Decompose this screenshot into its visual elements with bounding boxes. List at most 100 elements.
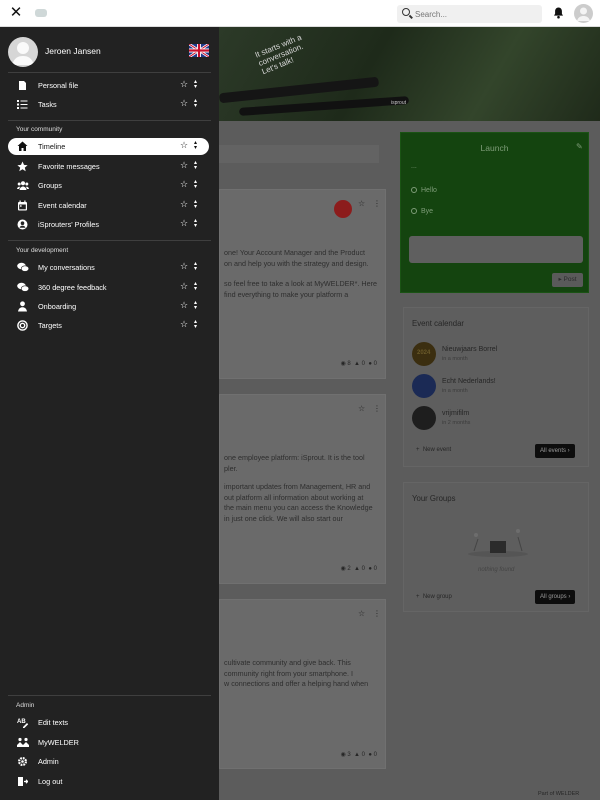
user-header[interactable]: Jeroen Jansen — [8, 36, 211, 68]
svg-text:AB: AB — [17, 719, 26, 725]
reorder-icon[interactable]: ▴ ▾ — [194, 98, 199, 109]
reorder-icon[interactable]: ▴ ▾ — [194, 179, 199, 190]
poll-option-bye[interactable]: Bye — [411, 208, 433, 215]
reorder-icon[interactable]: ▴ ▾ — [194, 319, 199, 330]
eye-icon: ◉ — [340, 566, 346, 572]
user-avatar-icon[interactable] — [574, 4, 593, 23]
close-menu-icon[interactable]: ✕ — [9, 5, 23, 20]
edit-icon[interactable]: ✎ — [576, 142, 583, 151]
divider — [8, 695, 211, 696]
pin-icon — [334, 200, 352, 218]
favorite-star-icon[interactable]: ☆ — [180, 300, 188, 311]
launch-poll-card: Launch ✎ ... Hello Bye ▸ Post — [400, 132, 589, 293]
more-vertical-icon[interactable]: ⋮ — [373, 404, 381, 413]
all-groups-button[interactable]: All groups › — [535, 590, 576, 604]
thumb-icon[interactable]: ▲ — [354, 566, 360, 572]
favorite-star-icon[interactable]: ☆ — [180, 281, 188, 292]
radio-icon[interactable] — [411, 187, 417, 193]
favorite-star-icon[interactable]: ☆ — [180, 160, 188, 171]
sidebar-item-edit-texts[interactable]: AB Edit texts — [8, 714, 209, 731]
reorder-icon[interactable]: ▴ ▾ — [194, 218, 199, 229]
search-icon — [402, 8, 410, 16]
new-group-link[interactable]: + New group — [416, 594, 452, 600]
favorite-star-icon[interactable]: ☆ — [180, 261, 188, 272]
bell-icon[interactable] — [553, 7, 564, 19]
feed-stats: ◉ 2 ▲ 0 ● 0 — [340, 566, 377, 572]
thumb-icon[interactable]: ▲ — [354, 361, 360, 367]
sidebar-item-log-out[interactable]: Log out — [8, 773, 209, 790]
reorder-icon[interactable]: ▴ ▾ — [194, 281, 199, 292]
search-box[interactable] — [397, 5, 542, 23]
event-item[interactable]: Echt Nederlands! in a month — [412, 374, 582, 398]
empty-state-illustration — [466, 521, 530, 557]
reorder-icon[interactable]: ▴ ▾ — [194, 300, 199, 311]
favorite-star-icon[interactable]: ☆ — [180, 199, 188, 210]
logout-icon — [17, 776, 28, 787]
post-button[interactable]: ▸ Post — [552, 273, 583, 287]
reorder-icon[interactable]: ▴ ▾ — [194, 79, 199, 90]
sidebar-item-mywelder[interactable]: MyWELDER — [8, 734, 209, 751]
poll-comment-input[interactable] — [409, 236, 583, 263]
section-heading-community: Your community — [16, 126, 63, 133]
star-outline-icon[interactable]: ☆ — [358, 609, 365, 618]
sidebar-item-admin[interactable]: Admin — [8, 753, 209, 770]
favorite-star-icon[interactable]: ☆ — [180, 218, 188, 229]
calendar-icon — [17, 200, 28, 211]
sidebar-item-event-calendar[interactable]: Event calendar ☆ ▴ ▾ — [8, 197, 209, 214]
sidebar-item-onboarding[interactable]: Onboarding ☆ ▴ ▾ — [8, 298, 209, 315]
sidebar-item-tasks[interactable]: Tasks ☆ ▴ ▾ — [8, 96, 209, 113]
sidebar-item-isprouters-profiles[interactable]: iSprouters' Profiles ☆ ▴ ▾ — [8, 216, 209, 233]
thumb-icon[interactable]: ▲ — [354, 752, 360, 758]
all-events-button[interactable]: All events › — [535, 444, 575, 458]
event-item[interactable]: 2024 Nieuwjaars Borrel in a month — [412, 342, 582, 366]
tasks-icon — [17, 99, 28, 110]
logo-icon[interactable] — [35, 9, 47, 17]
favorite-star-icon[interactable]: ☆ — [180, 79, 188, 90]
comment-icon[interactable]: ● — [368, 361, 372, 367]
reorder-icon[interactable]: ▴ ▾ — [194, 160, 199, 171]
feedback-icon — [17, 282, 29, 293]
more-vertical-icon[interactable]: ⋮ — [373, 609, 381, 618]
comment-icon[interactable]: ● — [368, 566, 372, 572]
gear-icon — [17, 756, 28, 767]
poll-option-hello[interactable]: Hello — [411, 187, 437, 194]
event-calendar-title: Event calendar — [412, 319, 465, 328]
favorite-star-icon[interactable]: ☆ — [180, 179, 188, 190]
sidebar-item-personal-file[interactable]: Personal file ☆ ▴ ▾ — [8, 77, 209, 94]
feed-card: ☆ ⋮ one! Your Account Manager and the Pr… — [219, 189, 386, 379]
sidebar-item-360-feedback[interactable]: 360 degree feedback ☆ ▴ ▾ — [8, 279, 209, 296]
user-avatar — [8, 37, 38, 67]
event-calendar-card: Event calendar 2024 Nieuwjaars Borrel in… — [403, 307, 589, 467]
feed-stats: ◉ 8 ▲ 0 ● 0 — [340, 361, 377, 367]
person-icon — [17, 301, 28, 312]
sidebar-item-targets[interactable]: Targets ☆ ▴ ▾ — [8, 317, 209, 334]
more-vertical-icon[interactable]: ⋮ — [373, 199, 381, 208]
feed-stats: ◉ 3 ▲ 0 ● 0 — [340, 752, 377, 758]
favorite-star-icon[interactable]: ☆ — [180, 98, 188, 109]
new-event-link[interactable]: + New event — [416, 447, 451, 453]
sidebar-item-favorite-messages[interactable]: Favorite messages ☆ ▴ ▾ — [8, 158, 209, 175]
user-name: Jeroen Jansen — [45, 46, 101, 56]
feed-filter-bar[interactable] — [219, 145, 379, 163]
section-heading-admin: Admin — [16, 702, 35, 709]
uk-flag-icon[interactable] — [189, 44, 209, 57]
search-input[interactable] — [415, 7, 535, 21]
star-outline-icon[interactable]: ☆ — [358, 404, 365, 413]
divider — [8, 72, 211, 73]
sidebar-item-timeline[interactable]: Timeline ☆ ▴ ▾ — [8, 138, 209, 155]
radio-icon[interactable] — [411, 208, 417, 214]
favorite-star-icon[interactable]: ☆ — [180, 140, 188, 151]
reorder-icon[interactable]: ▴ ▾ — [194, 199, 199, 210]
favorite-star-icon[interactable]: ☆ — [180, 319, 188, 330]
pen-image — [238, 96, 410, 116]
event-item[interactable]: vrijmifilm in 2 months — [412, 406, 582, 430]
hero-brand: isprout — [391, 100, 407, 106]
welder-icon — [17, 737, 29, 748]
comment-icon[interactable]: ● — [368, 752, 372, 758]
divider — [8, 120, 211, 121]
reorder-icon[interactable]: ▴ ▾ — [194, 261, 199, 272]
sidebar-item-groups[interactable]: Groups ☆ ▴ ▾ — [8, 177, 209, 194]
star-outline-icon[interactable]: ☆ — [358, 199, 365, 208]
sidebar-item-my-conversations[interactable]: My conversations ☆ ▴ ▾ — [8, 259, 209, 276]
reorder-icon[interactable]: ▴ ▾ — [194, 140, 199, 151]
